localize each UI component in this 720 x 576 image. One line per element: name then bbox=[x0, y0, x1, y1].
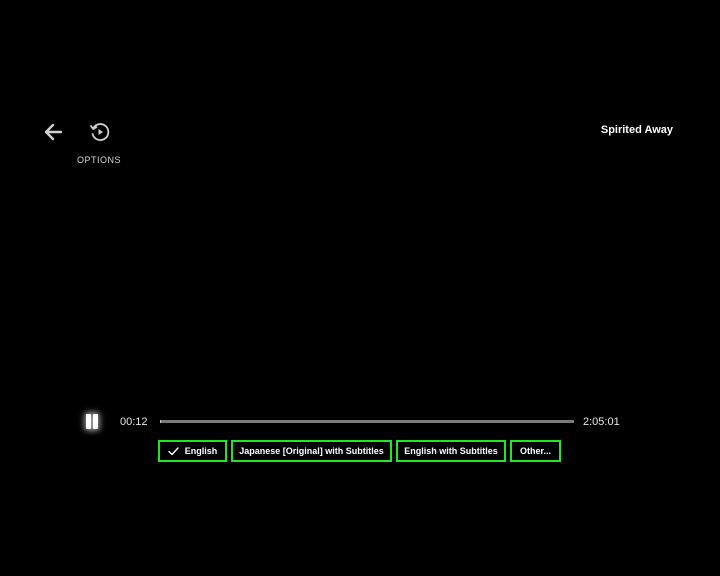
audio-option-label: English with Subtitles bbox=[404, 446, 498, 456]
audio-option-japanese-subtitles[interactable]: Japanese [Original] with Subtitles bbox=[231, 440, 392, 462]
audio-option-label: English bbox=[184, 446, 218, 456]
history-play-icon bbox=[90, 123, 110, 141]
total-time: 2:05:01 bbox=[583, 416, 620, 428]
video-player-screen: OPTIONS Spirited Away 00:12 2:05:01 Engl… bbox=[0, 0, 720, 576]
video-title: Spirited Away bbox=[600, 124, 673, 136]
audio-option-label: Japanese [Original] with Subtitles bbox=[239, 446, 384, 456]
options-label: OPTIONS bbox=[76, 155, 121, 165]
pause-button[interactable] bbox=[79, 410, 103, 434]
elapsed-time: 00:12 bbox=[120, 416, 148, 428]
progress-fill bbox=[160, 420, 161, 423]
audio-option-label: Other... bbox=[519, 446, 551, 456]
audio-option-english[interactable]: English bbox=[158, 440, 227, 462]
audio-option-english-subtitles[interactable]: English with Subtitles bbox=[396, 440, 506, 462]
options-button[interactable]: OPTIONS bbox=[76, 120, 122, 166]
audio-option-other[interactable]: Other... bbox=[510, 440, 561, 462]
arrow-left-icon bbox=[44, 123, 63, 141]
checkmark-icon bbox=[168, 447, 179, 456]
progress-bar[interactable] bbox=[160, 420, 574, 423]
back-button[interactable] bbox=[41, 120, 65, 144]
